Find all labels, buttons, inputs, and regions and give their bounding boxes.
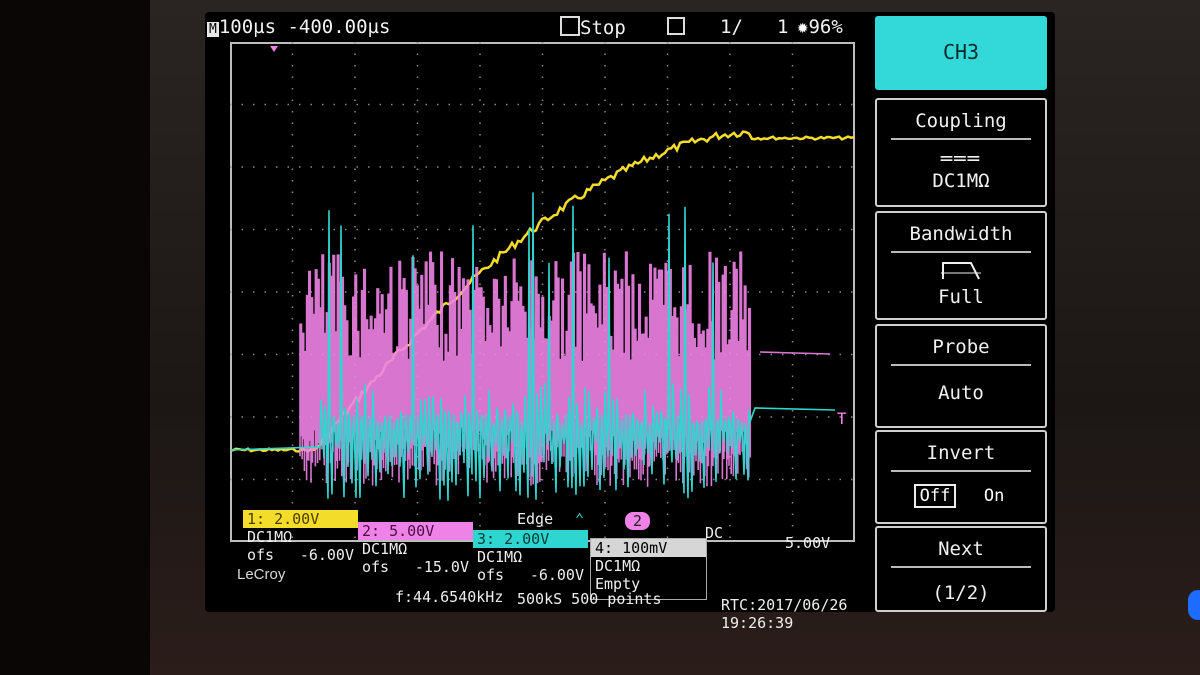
brightness-value: 96% [808,16,843,38]
ch3-scale: 3: 2.00V [473,530,588,548]
ch3-coupling: DC1MΩ [477,548,523,566]
menu-divider [891,364,1031,366]
menu-divider [891,566,1031,568]
ch3-info[interactable]: 3: 2.00V DC1MΩ ofs -6.00V [473,530,588,590]
bottom-info-panel: Edge ⌃ 2 DC 5.00V 1: 2.00V DC1MΩ ofs -6.0… [205,510,865,632]
menu-divider [891,470,1031,472]
menu-channel-label: CH3 [942,40,980,64]
stack-icon [667,17,685,35]
next-label: Next [938,538,984,560]
bandwidth-filter-icon [877,259,1045,286]
trigger-source: 2 [625,512,651,530]
trigger-level: 5.00V [785,534,831,552]
ch3-offset: -6.00V [529,566,584,584]
ch1-coupling: DC1MΩ [247,528,293,546]
ch2-ofs-label: ofs [362,558,390,576]
rtc-clock: RTC:2017/06/26 19:26:39 [721,596,848,632]
bandwidth-value: Full [938,286,984,308]
menu-probe[interactable]: Probe Auto [875,324,1047,428]
frequency-readout: f:44.6540kHz [395,588,504,606]
run-state-label: Stop [580,17,626,39]
power-led [1188,590,1200,620]
probe-value: Auto [938,382,984,404]
dc-coupling-icon: ═══ [940,148,982,170]
coupling-value: DC1MΩ [932,170,990,192]
menu-divider [891,251,1031,253]
ch1-info[interactable]: 1: 2.00V DC1MΩ ofs -6.00V [243,510,358,570]
acquisition-count: 1 [777,16,789,38]
bandwidth-label: Bandwidth [909,223,1013,245]
ch2-scale: 2: 5.00V [358,522,473,540]
menu-bandwidth[interactable]: Bandwidth Full [875,211,1047,320]
menu-divider [891,138,1031,140]
brand-logo: LeCroy [237,566,286,583]
status-bar: M 100µs -400.00µs Stop 1/ 1 ✹96% [205,12,885,42]
trigger-level-marker: T [837,409,847,428]
menu-channel-title[interactable]: CH3 [875,16,1047,90]
timebase-value: 100µs -400.00µs [218,16,391,38]
trigger-coupling: DC [705,524,724,542]
invert-off-option[interactable]: Off [913,484,957,508]
next-page: (1/2) [932,582,990,604]
ch1-offset: -6.00V [299,546,354,564]
menu-next[interactable]: Next (1/2) [875,526,1047,612]
invert-label: Invert [926,442,996,464]
trigger-position-marker [270,46,278,52]
coupling-label: Coupling [915,110,1007,132]
trigger-edge-icon: ⌃ [575,510,585,528]
oscilloscope-screen: M 100µs -400.00µs Stop 1/ 1 ✹96% T CH3 Co… [205,12,1055,632]
run-state[interactable]: Stop [560,16,626,39]
ch1-ofs-label: ofs [247,546,275,564]
waveform-display[interactable]: T [230,42,855,542]
ch3-ofs-label: ofs [477,566,505,584]
timebase-badge: M [207,22,219,37]
acquisition-index: 1/ [720,16,743,38]
timebase-readout: M 100µs -400.00µs [207,16,390,38]
waveform-traces: T [230,46,855,501]
ch1-scale: 1: 2.00V [243,510,358,528]
ch4-coupling: DC1MΩ [595,557,641,575]
side-menu: CH3 Coupling ═══ DC1MΩ Bandwidth Full Pr… [875,16,1050,612]
brightness-icon: ✹ [797,16,809,38]
probe-label: Probe [932,336,990,358]
menu-coupling[interactable]: Coupling ═══ DC1MΩ [875,98,1047,207]
ch4-scale: 4: 100mV [591,539,706,557]
brightness-readout: ✹96% [797,16,843,38]
stop-icon [560,16,580,36]
sample-rate: 500kS 500 points [517,590,662,608]
menu-invert[interactable]: Invert Off On [875,430,1047,524]
ch2-info[interactable]: 2: 5.00V DC1MΩ ofs -15.0V [358,522,473,582]
ch2-coupling: DC1MΩ [362,540,408,558]
trigger-type: Edge [517,510,554,528]
ch2-offset: -15.0V [414,558,469,576]
history-icon[interactable] [667,16,685,38]
invert-on-option[interactable]: On [979,486,1009,506]
